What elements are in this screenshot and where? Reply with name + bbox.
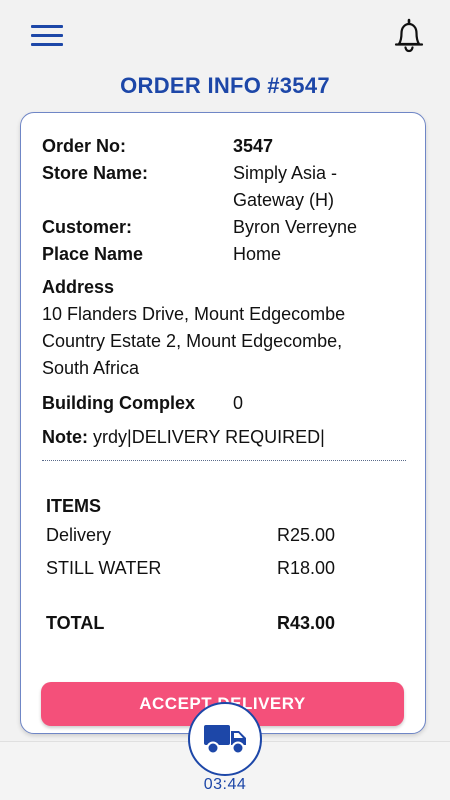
item-name: STILL WATER xyxy=(46,558,162,578)
total-value: R43.00 xyxy=(277,613,336,633)
note-label: Note: xyxy=(42,427,88,447)
customer-value: Byron Verreyne xyxy=(233,217,358,237)
order-details: Order No: 3547 Store Name: Simply Asia -… xyxy=(42,133,412,451)
order-card: Order No: 3547 Store Name: Simply Asia -… xyxy=(20,112,426,734)
delivery-truck-button[interactable] xyxy=(188,702,262,776)
order-no-row: Order No: 3547 xyxy=(42,133,412,160)
place-name-row: Place Name Home xyxy=(42,241,412,268)
building-complex-label: Building Complex xyxy=(42,393,195,413)
store-name-value: Simply Asia - Gateway (H) xyxy=(233,163,338,210)
delivery-timer: 03:44 xyxy=(203,776,247,793)
store-name-row: Store Name: Simply Asia - Gateway (H) xyxy=(42,160,412,214)
customer-label: Customer: xyxy=(42,217,133,237)
items-heading: ITEMS xyxy=(46,496,102,516)
order-no-label: Order No: xyxy=(42,136,127,156)
note-value: yrdy|DELIVERY REQUIRED| xyxy=(93,427,325,447)
hamburger-menu-icon[interactable] xyxy=(29,22,65,50)
page-title-order-ref: #3547 xyxy=(267,73,330,98)
store-name-label: Store Name: xyxy=(42,163,149,183)
delivery-truck-icon xyxy=(204,725,246,755)
address-label: Address xyxy=(42,277,115,297)
note-row: Note: yrdy|DELIVERY REQUIRED| xyxy=(42,424,412,451)
item-price: R25.00 xyxy=(277,525,336,545)
section-divider xyxy=(42,460,406,461)
building-complex-row: Building Complex 0 xyxy=(42,390,412,417)
order-no-value: 3547 xyxy=(233,136,274,156)
items-section: ITEMS Delivery R25.00 STILL WATER R18.00… xyxy=(46,493,386,636)
top-bar xyxy=(0,0,450,70)
customer-row: Customer: Byron Verreyne xyxy=(42,214,412,241)
place-name-label: Place Name xyxy=(42,244,144,264)
item-name: Delivery xyxy=(46,525,112,545)
item-price: R18.00 xyxy=(277,558,336,578)
place-name-value: Home xyxy=(233,244,282,264)
building-complex-value: 0 xyxy=(233,393,244,413)
total-row: TOTAL R43.00 xyxy=(46,610,386,636)
total-label: TOTAL xyxy=(46,613,105,633)
page-title-text: ORDER INFO xyxy=(120,73,262,98)
bell-icon[interactable] xyxy=(392,18,426,54)
page-title: ORDER INFO #3547 xyxy=(0,73,450,99)
list-item: STILL WATER R18.00 xyxy=(46,552,386,585)
order-info-screen: ORDER INFO #3547 Order No: 3547 Store Nam… xyxy=(0,0,450,800)
address-value: 10 Flanders Drive, Mount Edgecombe Count… xyxy=(42,304,346,378)
list-item: Delivery R25.00 xyxy=(46,519,386,552)
